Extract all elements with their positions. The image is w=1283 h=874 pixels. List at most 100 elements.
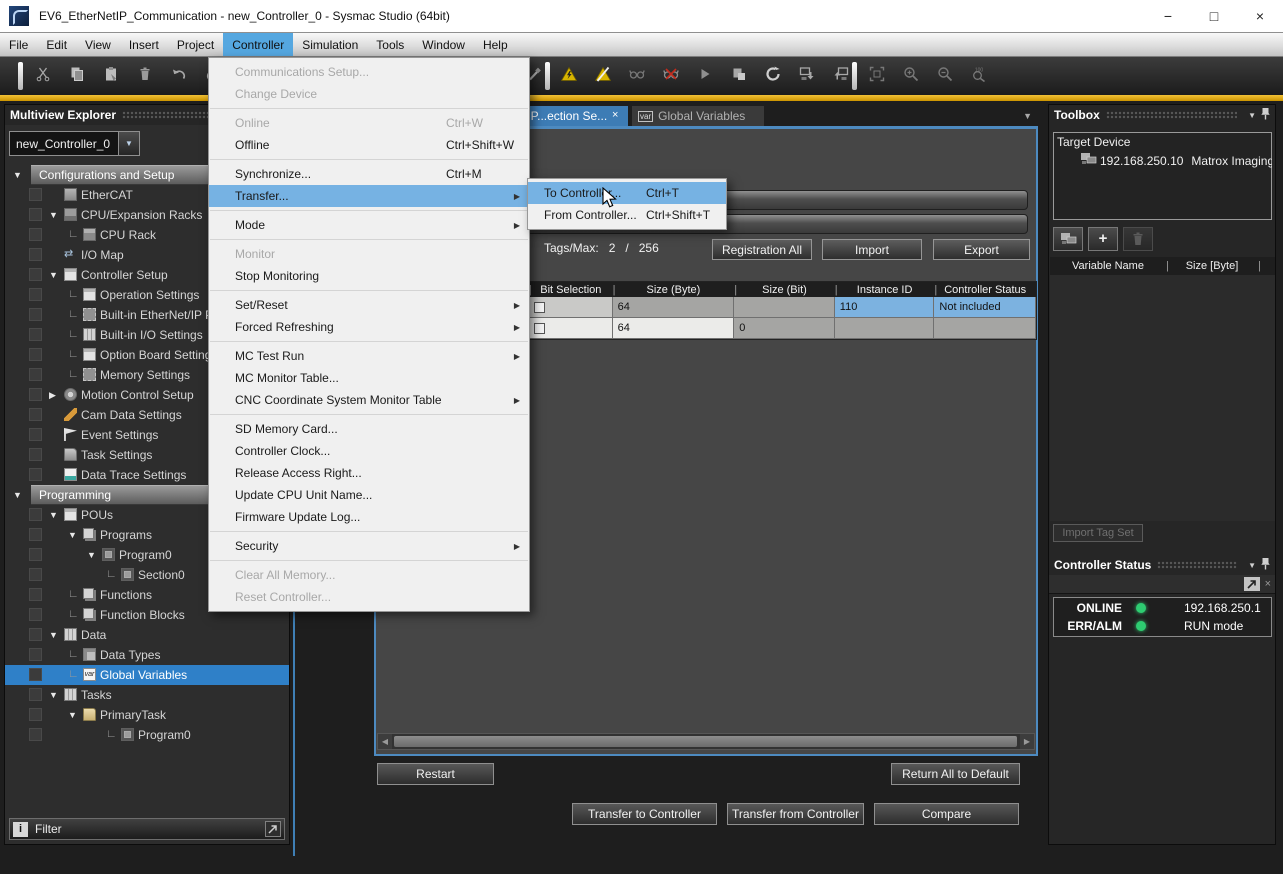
menu-item-mode[interactable]: Mode▶ (209, 214, 529, 236)
return-all-to-default-button[interactable]: Return All to Default (891, 763, 1020, 785)
synchronize-button[interactable] (756, 60, 790, 91)
tree-item-data-types[interactable]: ∟Data Types (5, 645, 289, 665)
menu-item-mc-monitor-table[interactable]: MC Monitor Table... (209, 367, 529, 389)
close-button[interactable]: × (1237, 0, 1283, 32)
tab-global-variables[interactable]: varGlobal Variables (632, 106, 764, 126)
menu-item-sd-memory-card[interactable]: SD Memory Card... (209, 418, 529, 440)
pin-icon[interactable] (265, 821, 281, 837)
menu-item-mc-test-run[interactable]: MC Test Run▶ (209, 345, 529, 367)
scrollbar-thumb[interactable] (394, 736, 1017, 747)
menu-item-forced-refreshing[interactable]: Forced Refreshing▶ (209, 316, 529, 338)
scroll-left-icon[interactable]: ◀ (378, 734, 392, 749)
menu-item-release-access-right[interactable]: Release Access Right... (209, 462, 529, 484)
tree-item-global-variables[interactable]: ∟varGlobal Variables (5, 665, 289, 685)
menu-item-update-cpu-unit-name[interactable]: Update CPU Unit Name... (209, 484, 529, 506)
tab-close-icon[interactable]: × (612, 109, 618, 121)
menubar-item-controller[interactable]: Controller (223, 33, 293, 56)
filter-bar[interactable]: i Filter (9, 818, 285, 840)
add-tag-set-icon[interactable] (1053, 227, 1083, 251)
menubar-item-view[interactable]: View (76, 33, 120, 56)
horizontal-scrollbar[interactable]: ◀ ▶ (377, 733, 1035, 750)
zoom-100-button[interactable]: 100 (962, 60, 996, 91)
row-checkbox[interactable] (534, 302, 545, 313)
menu-item-controller-clock[interactable]: Controller Clock... (209, 440, 529, 462)
tree-expand-icon[interactable]: ▼ (68, 530, 77, 540)
paste-button[interactable] (94, 60, 128, 91)
menubar-item-edit[interactable]: Edit (37, 33, 76, 56)
menubar-item-help[interactable]: Help (474, 33, 517, 56)
maximize-button[interactable]: □ (1191, 0, 1237, 32)
tree-expand-icon[interactable]: ▶ (49, 390, 56, 401)
menu-item-offline[interactable]: OfflineCtrl+Shift+W (209, 134, 529, 156)
menubar-item-insert[interactable]: Insert (120, 33, 168, 56)
minimize-button[interactable]: − (1145, 0, 1191, 32)
upload-program-button[interactable] (824, 60, 858, 91)
registration-all-button[interactable]: Registration All (712, 239, 812, 260)
tree-expand-icon[interactable]: ▼ (49, 630, 58, 640)
menu-item-stop-monitoring[interactable]: Stop Monitoring (209, 265, 529, 287)
target-device-item[interactable]: 192.168.250.10 Matrox Imaging V (1080, 152, 1272, 169)
duplicate-button[interactable] (722, 60, 756, 91)
menu-item-transfer[interactable]: Transfer...▶ (209, 185, 529, 207)
tree-gutter-square (29, 388, 42, 401)
menubar-item-tools[interactable]: Tools (367, 33, 413, 56)
chevron-down-icon[interactable]: ▼ (1248, 561, 1256, 570)
scroll-right-icon[interactable]: ▶ (1020, 734, 1034, 749)
close-icon[interactable]: × (1265, 578, 1271, 590)
menubar-item-file[interactable]: File (0, 33, 37, 56)
tree-expand-icon[interactable]: ▼ (49, 270, 58, 280)
column-header-label: Size (Byte) (647, 284, 701, 296)
menu-item-from-controller[interactable]: From Controller...Ctrl+Shift+T (528, 204, 726, 226)
run-button[interactable] (688, 60, 722, 91)
monitor-button[interactable] (620, 60, 654, 91)
menu-item-security[interactable]: Security▶ (209, 535, 529, 557)
menu-item-to-controller[interactable]: To Controller...Ctrl+T (528, 182, 726, 204)
tree-expand-icon[interactable]: ▼ (49, 510, 58, 520)
copy-button[interactable] (60, 60, 94, 91)
pin-icon[interactable] (1261, 107, 1270, 123)
import-button[interactable]: Import (822, 239, 922, 260)
restart-button[interactable]: Restart (377, 763, 494, 785)
menu-item-firmware-update-log[interactable]: Firmware Update Log... (209, 506, 529, 528)
build-error-button[interactable] (552, 60, 586, 91)
export-button[interactable]: Export (933, 239, 1030, 260)
tree-item-program0[interactable]: ∟Program0 (5, 725, 289, 745)
menu-item-set-reset[interactable]: Set/Reset▶ (209, 294, 529, 316)
tree-expand-icon[interactable]: ▼ (87, 550, 96, 560)
table-row[interactable]: 640 (529, 318, 1036, 339)
zoom-out-button[interactable] (928, 60, 962, 91)
transfer-from-controller-button[interactable]: Transfer from Controller (727, 803, 864, 825)
tree-item-data[interactable]: ▼Data (5, 625, 289, 645)
compare-button[interactable]: Compare (874, 803, 1019, 825)
tree-expand-icon[interactable]: ▼ (49, 690, 58, 700)
expand-icon[interactable] (1244, 577, 1260, 591)
menubar-item-project[interactable]: Project (168, 33, 223, 56)
zoom-in-button[interactable] (894, 60, 928, 91)
tree-expand-icon[interactable]: ▼ (13, 490, 22, 500)
add-variable-button[interactable]: + (1088, 227, 1118, 251)
row-checkbox[interactable] (534, 323, 545, 334)
menubar-item-simulation[interactable]: Simulation (293, 33, 367, 56)
zoom-fit-button[interactable] (860, 60, 894, 91)
delete-button[interactable] (128, 60, 162, 91)
tab-list-chevron-icon[interactable]: ▼ (1023, 111, 1032, 121)
chevron-down-icon[interactable]: ▼ (1248, 111, 1256, 120)
menu-item-cnc-coordinate-system-monitor-table[interactable]: CNC Coordinate System Monitor Table▶ (209, 389, 529, 411)
transfer-to-controller-button[interactable]: Transfer to Controller (572, 803, 717, 825)
controller-selector[interactable]: new_Controller_0 ▼ (9, 131, 140, 156)
menu-item-synchronize[interactable]: Synchronize...Ctrl+M (209, 163, 529, 185)
tree-expand-icon[interactable]: ▼ (49, 210, 58, 220)
undo-button[interactable] (162, 60, 196, 91)
chevron-down-icon[interactable]: ▼ (118, 132, 139, 155)
tree-item-primarytask[interactable]: ▼PrimaryTask (5, 705, 289, 725)
monitor-stop-button[interactable] (654, 60, 688, 91)
tree-item-tasks[interactable]: ▼Tasks (5, 685, 289, 705)
table-row[interactable]: 64110Not included (529, 297, 1036, 318)
build-warning-button[interactable] (586, 60, 620, 91)
menubar-item-window[interactable]: Window (413, 33, 474, 56)
cut-button[interactable] (26, 60, 60, 91)
pin-icon[interactable] (1261, 557, 1270, 573)
tree-expand-icon[interactable]: ▼ (13, 170, 22, 180)
download-program-button[interactable] (790, 60, 824, 91)
tree-expand-icon[interactable]: ▼ (68, 710, 77, 720)
